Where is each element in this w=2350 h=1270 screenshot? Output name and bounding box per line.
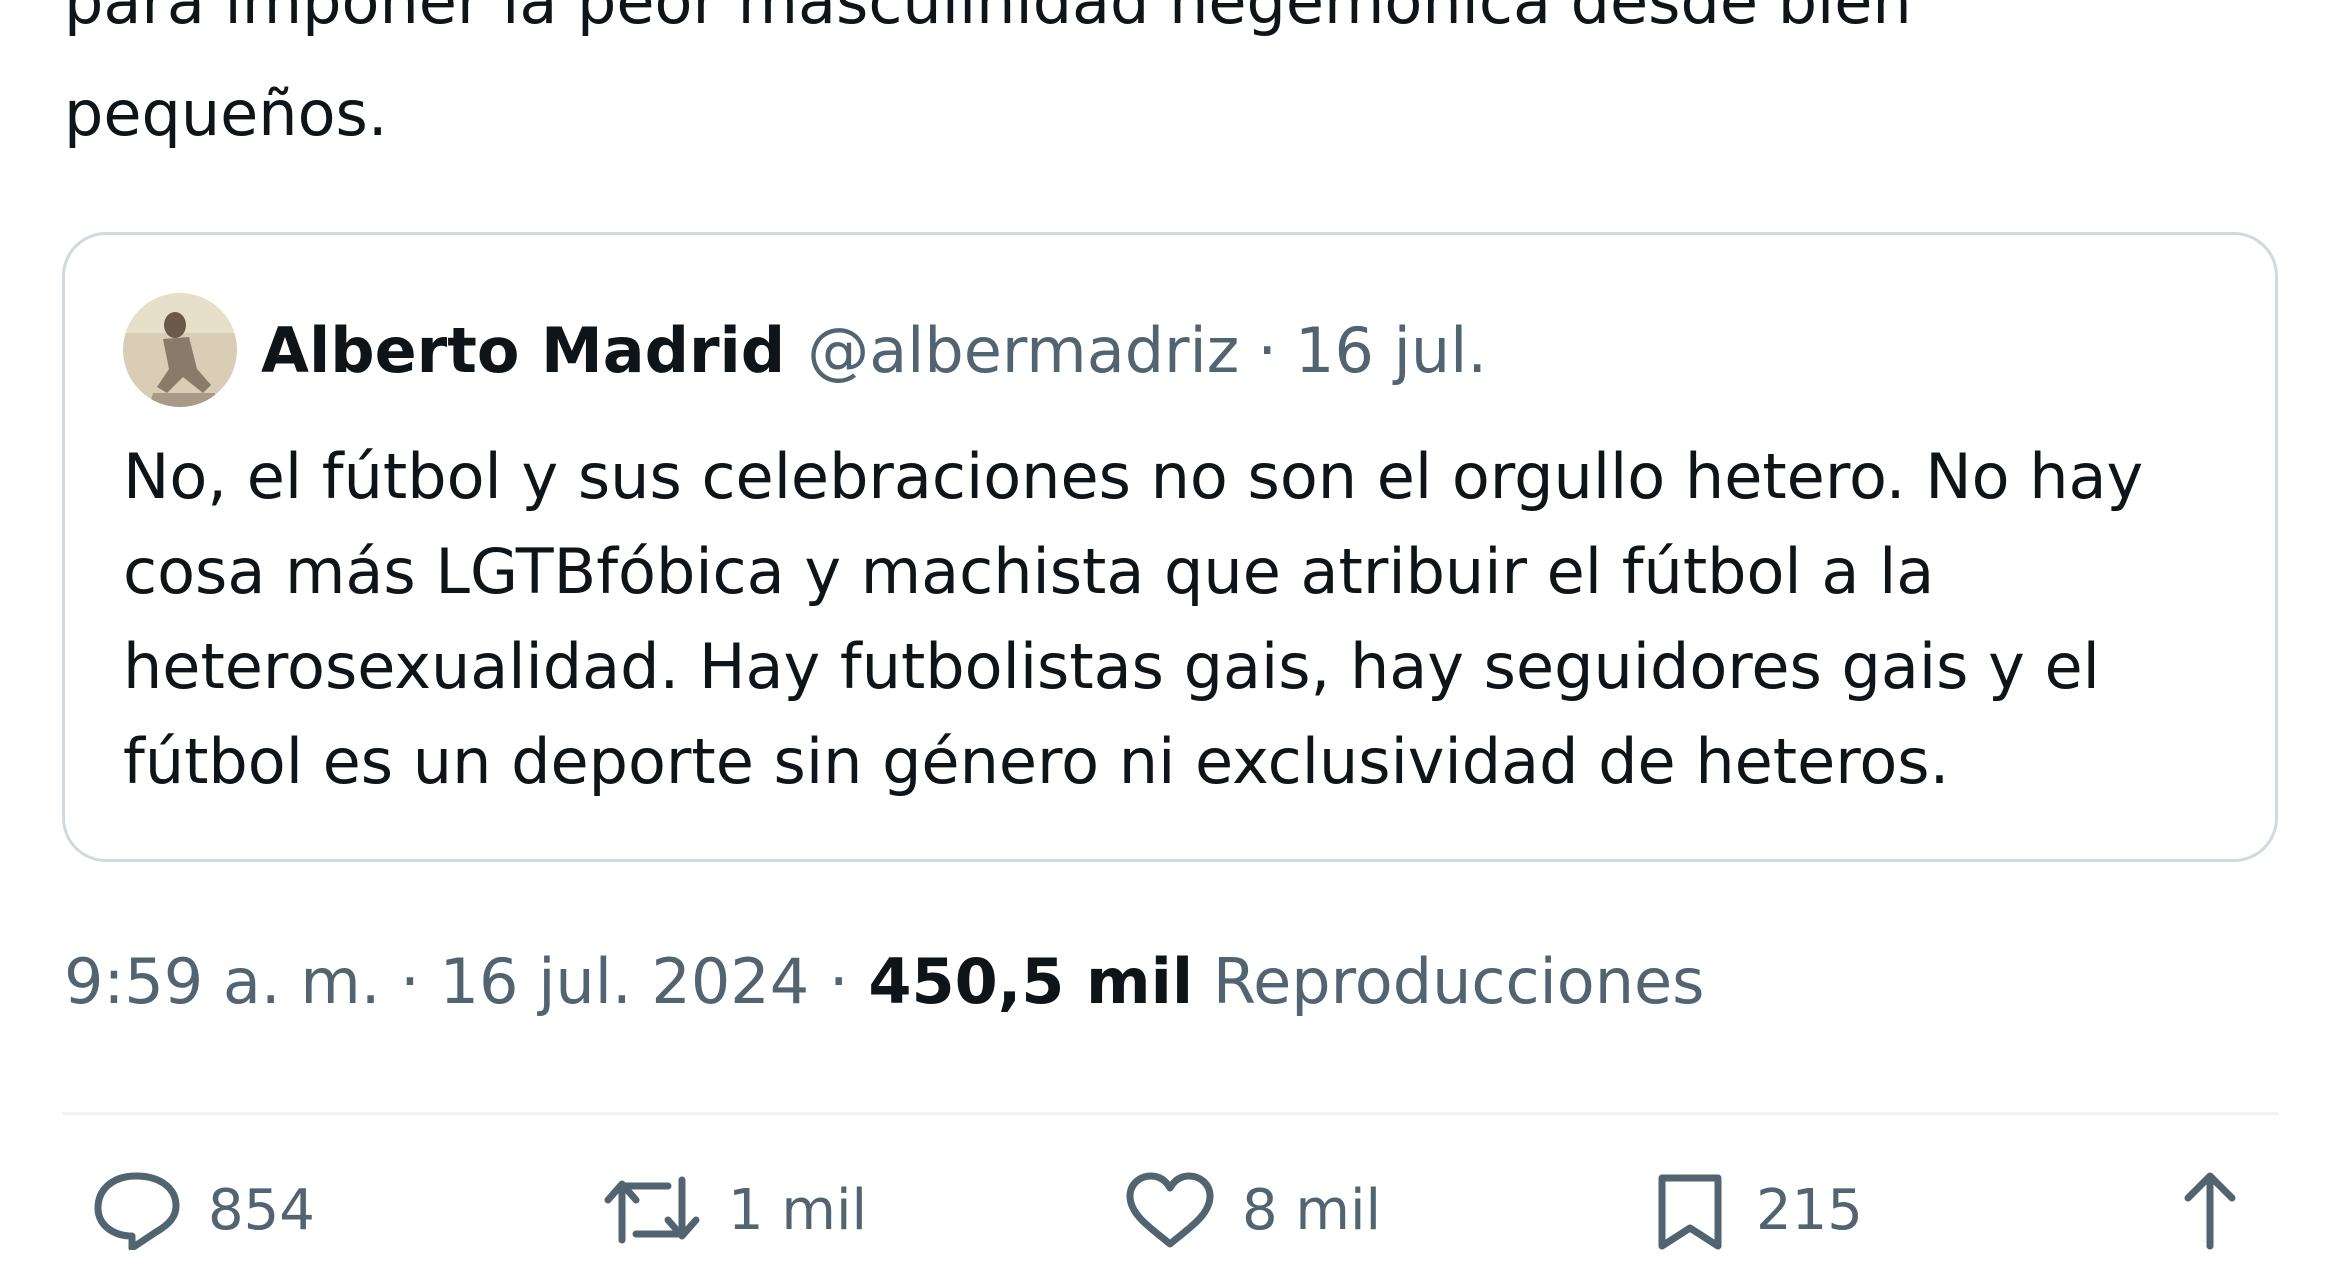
- bookmark-count: 215: [1756, 1177, 1863, 1243]
- tweet-time[interactable]: 9:59 a. m.: [64, 945, 380, 1018]
- quoted-tweet-header: Alberto Madrid @albermadriz · 16 jul.: [123, 293, 1487, 407]
- meta-separator: ·: [400, 945, 420, 1018]
- quoted-tweet-body: No, el fútbol y sus celebraciones no son…: [123, 429, 2243, 809]
- quoted-author-name[interactable]: Alberto Madrid: [261, 314, 785, 387]
- share-icon: [2184, 1172, 2236, 1250]
- share-button[interactable]: [2174, 1170, 2272, 1250]
- tweet-text-line-2: pequeños.: [64, 77, 388, 150]
- bookmark-button[interactable]: 215: [1650, 1170, 1863, 1250]
- tweet-text-line-1: para imponer la peor masculinidad hegemó…: [64, 0, 1912, 38]
- repost-count: 1 mil: [728, 1177, 868, 1243]
- tweet-meta: 9:59 a. m. · 16 jul. 2024 · 450,5 mil Re…: [64, 942, 1704, 1022]
- heart-icon: [1126, 1172, 1214, 1248]
- quoted-body-line: fútbol es un deporte sin género ni exclu…: [123, 725, 1950, 798]
- quoted-tweet-card[interactable]: Alberto Madrid @albermadriz · 16 jul. No…: [62, 232, 2278, 862]
- repost-icon: [604, 1176, 700, 1244]
- views-label[interactable]: Reproducciones: [1213, 945, 1705, 1018]
- like-button[interactable]: 8 mil: [1124, 1170, 1381, 1250]
- like-count: 8 mil: [1242, 1177, 1382, 1243]
- quoted-author-handle[interactable]: @albermadriz: [807, 314, 1239, 387]
- bookmark-icon: [1658, 1174, 1722, 1250]
- divider: [62, 1112, 2278, 1115]
- quoted-body-line: cosa más LGTBfóbica y machista que atrib…: [123, 535, 1935, 608]
- reply-icon: [94, 1172, 180, 1250]
- views-count: 450,5 mil: [868, 945, 1194, 1018]
- repost-button[interactable]: 1 mil: [602, 1170, 867, 1250]
- quoted-body-line: heterosexualidad. Hay futbolistas gais, …: [123, 630, 2100, 703]
- avatar[interactable]: [123, 293, 237, 407]
- reply-button[interactable]: 854: [90, 1170, 315, 1250]
- meta-separator: ·: [828, 945, 849, 1018]
- quoted-tweet-date[interactable]: 16 jul.: [1295, 314, 1487, 387]
- reply-count: 854: [208, 1177, 315, 1243]
- action-bar: 854 1 mil 8 mil 215: [0, 1170, 2350, 1270]
- header-separator: ·: [1257, 313, 1278, 387]
- quoted-body-line: No, el fútbol y sus celebraciones no son…: [123, 440, 2144, 513]
- tweet-date[interactable]: 16 jul. 2024: [440, 945, 810, 1018]
